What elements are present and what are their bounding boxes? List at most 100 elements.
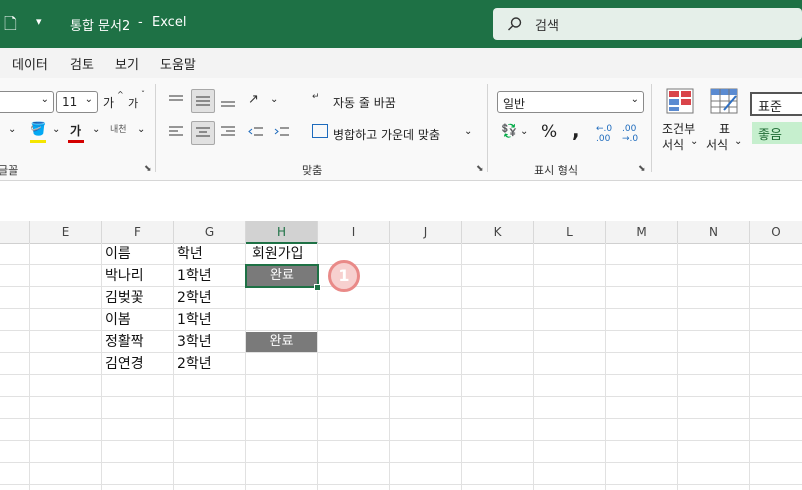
chevron-down-icon[interactable]: ⌄ (464, 126, 472, 137)
chevron-down-icon[interactable]: ⌄ (92, 124, 100, 135)
orientation-icon[interactable]: ↗ (248, 92, 259, 107)
cell-grade[interactable]: 2학년 (177, 353, 212, 375)
cell-member-header[interactable]: 회원가입 (252, 243, 304, 265)
wrap-text-button[interactable]: 자동 줄 바꿈 (333, 94, 396, 111)
status-badge[interactable]: 완료 (246, 332, 317, 352)
column-headers: E F G H I J K L M N O (0, 221, 802, 244)
column-header-l[interactable]: L (534, 221, 606, 243)
conditional-format-label-2[interactable]: 서식 (662, 136, 684, 153)
conditional-format-label-1[interactable]: 조건부 (662, 120, 695, 137)
quick-access-dropdown-icon[interactable]: ▾ (36, 15, 42, 28)
grow-font-caret-icon: ^ (117, 90, 124, 99)
gridline (677, 243, 678, 490)
column-header-j[interactable]: J (390, 221, 462, 243)
ribbon: ⌄ 11 ⌄ 가 ^ 가 ˇ ⌄ 🪣 ⌄ 가 ⌄ 내천 ⌄ 글꼴 ⬊ ↗ ⌄ ↵… (0, 78, 802, 181)
cell-grade-header[interactable]: 학년 (177, 243, 203, 265)
style-normal[interactable]: 표준 (750, 92, 802, 116)
fill-handle[interactable] (314, 284, 321, 291)
gridline (0, 440, 802, 441)
group-divider (155, 84, 156, 172)
cell-grade[interactable]: 3학년 (177, 331, 212, 353)
chevron-down-icon[interactable]: ⌄ (690, 136, 698, 147)
tab-review[interactable]: 검토 (70, 54, 94, 73)
cell-name-header[interactable]: 이름 (105, 243, 131, 265)
group-divider (651, 84, 652, 172)
chevron-down-icon[interactable]: ⌄ (8, 124, 16, 135)
file-icon[interactable]: 🗋 (4, 13, 17, 40)
tab-data[interactable]: 데이터 (12, 54, 48, 73)
gridline (173, 243, 174, 490)
comma-button[interactable]: , (572, 118, 580, 142)
align-bottom-icon[interactable] (220, 94, 236, 108)
align-top-icon[interactable] (168, 94, 184, 108)
search-box[interactable]: 검색 (493, 8, 802, 40)
chevron-down-icon[interactable]: ⌄ (734, 136, 742, 147)
title-bar: 🗋 ▾ 통합 문서2 - Excel 검색 (0, 0, 802, 48)
column-header-h[interactable]: H (246, 221, 318, 244)
active-cell-selection (245, 264, 319, 288)
style-good[interactable]: 좋음 (752, 122, 802, 144)
wrap-text-icon[interactable]: ↵ (312, 92, 320, 102)
gridline (0, 418, 802, 419)
decrease-indent-icon[interactable] (248, 125, 264, 139)
percent-button[interactable]: % (541, 122, 557, 142)
chevron-down-icon[interactable]: ⌄ (520, 126, 528, 137)
accounting-format-icon[interactable]: 💱 (501, 124, 517, 139)
grow-font-button[interactable]: 가 (103, 94, 114, 111)
column-header-blank[interactable] (0, 221, 30, 243)
decrease-decimal-icon[interactable]: .00 →.0 (622, 124, 638, 144)
cell-grade[interactable]: 2학년 (177, 287, 212, 309)
font-color-bar (68, 140, 84, 143)
cell-name[interactable]: 김벚꽃 (105, 287, 144, 309)
number-dialog-launcher-icon[interactable]: ⬊ (638, 164, 646, 174)
font-size-dropdown[interactable]: 11 ⌄ (56, 91, 98, 113)
alignment-dialog-launcher-icon[interactable]: ⬊ (476, 164, 484, 174)
formula-area (0, 181, 802, 221)
phonetic-button[interactable]: 내천 (110, 122, 127, 135)
font-color-button[interactable]: 가 (70, 122, 81, 139)
tab-view[interactable]: 보기 (115, 54, 139, 73)
column-header-g[interactable]: G (174, 221, 246, 243)
fill-color-icon[interactable]: 🪣 (30, 122, 46, 137)
tab-help[interactable]: 도움말 (160, 54, 196, 73)
increase-decimal-icon[interactable]: ←.0.00 (596, 124, 612, 144)
column-header-o[interactable]: O (750, 221, 802, 243)
format-as-table-icon[interactable] (710, 88, 738, 114)
cell-grade[interactable]: 1학년 (177, 309, 212, 331)
align-center-button[interactable] (191, 121, 215, 145)
align-right-icon[interactable] (220, 125, 236, 139)
cell-name[interactable]: 이봄 (105, 309, 131, 331)
cell-name[interactable]: 박나리 (105, 265, 144, 287)
group-divider (487, 84, 488, 172)
font-dialog-launcher-icon[interactable]: ⬊ (144, 164, 152, 174)
cell-name[interactable]: 김연경 (105, 353, 144, 375)
align-middle-icon (196, 96, 210, 106)
chevron-down-icon[interactable]: ⌄ (137, 124, 145, 135)
merge-center-icon[interactable] (312, 124, 328, 138)
column-header-f[interactable]: F (102, 221, 174, 243)
align-middle-button[interactable] (191, 89, 215, 113)
cell-name[interactable]: 정활짝 (105, 331, 144, 353)
style-good-label: 좋음 (758, 128, 782, 143)
conditional-format-icon[interactable] (666, 88, 694, 114)
worksheet-grid[interactable]: 이름 학년 회원가입 박나리 1학년 완료 1 김벚꽃 2학년 이봄 1학년 정… (0, 243, 802, 490)
font-name-dropdown[interactable]: ⌄ (0, 91, 54, 113)
format-as-table-label-2[interactable]: 서식 (706, 136, 728, 153)
column-header-m[interactable]: M (606, 221, 678, 243)
cell-grade[interactable]: 1학년 (177, 265, 212, 287)
document-title: 통합 문서2 (70, 19, 131, 34)
format-as-table-label-1[interactable]: 표 (719, 120, 730, 137)
align-left-icon[interactable] (168, 125, 184, 139)
increase-indent-icon[interactable] (274, 125, 290, 139)
merge-center-button[interactable]: 병합하고 가운데 맞춤 (333, 126, 440, 143)
gridline (101, 243, 102, 490)
shrink-font-button[interactable]: 가 (128, 95, 138, 111)
chevron-down-icon[interactable]: ⌄ (270, 94, 278, 105)
search-label: 검색 (535, 19, 559, 34)
column-header-e[interactable]: E (30, 221, 102, 243)
chevron-down-icon[interactable]: ⌄ (52, 124, 60, 135)
number-format-dropdown[interactable]: 일반 ⌄ (497, 91, 644, 113)
column-header-k[interactable]: K (462, 221, 534, 243)
column-header-i[interactable]: I (318, 221, 390, 243)
column-header-n[interactable]: N (678, 221, 750, 243)
